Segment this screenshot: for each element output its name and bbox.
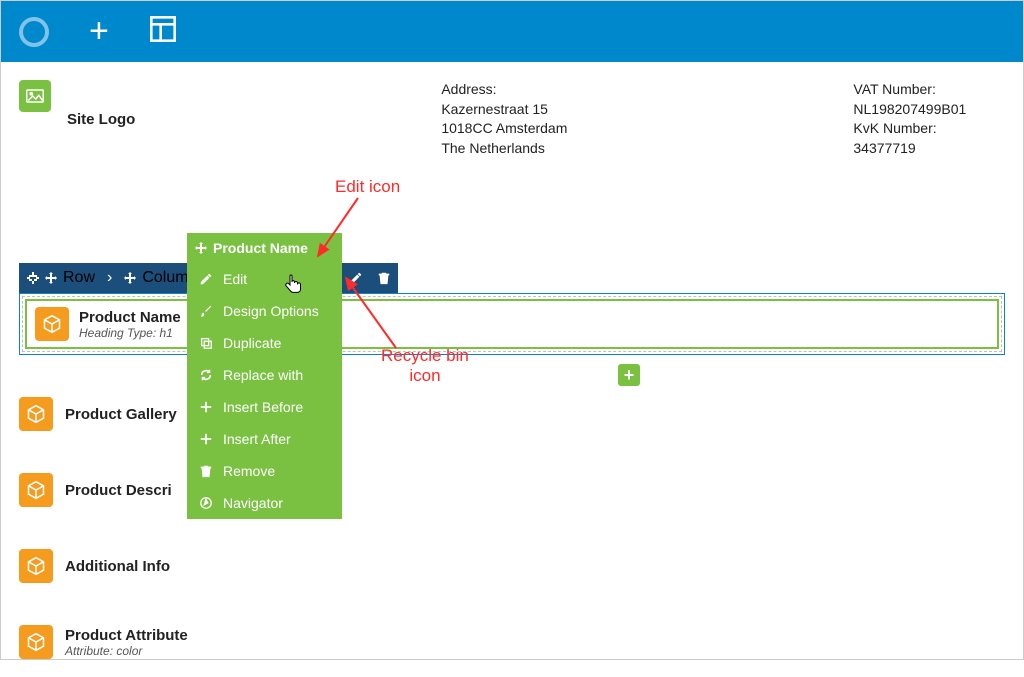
ctx-item-label: Replace with xyxy=(223,367,303,383)
navigator-icon xyxy=(199,496,213,510)
block-title: Product Name xyxy=(79,309,181,326)
breadcrumb-row[interactable]: Row xyxy=(19,263,103,293)
address-label: Address: xyxy=(441,80,567,100)
top-toolbar: + xyxy=(1,1,1023,62)
cube-icon xyxy=(19,625,53,659)
row-outline[interactable]: Product Name Heading Type: h1 + xyxy=(19,293,1005,355)
ctx-remove[interactable]: Remove xyxy=(187,455,342,487)
pencil-icon xyxy=(199,272,213,286)
additional-info-element[interactable]: Additional Info xyxy=(19,549,1005,583)
site-logo-placeholder[interactable] xyxy=(19,80,51,112)
breadcrumb-row-label: Row xyxy=(63,269,95,287)
cube-icon xyxy=(19,397,53,431)
kvk-value: 34377719 xyxy=(853,139,966,159)
vat-label: VAT Number: xyxy=(853,80,966,100)
ctx-replace-with[interactable]: Replace with xyxy=(187,359,342,391)
product-attribute-element[interactable]: Product Attribute Attribute: color xyxy=(19,625,1005,659)
move-icon xyxy=(45,272,57,284)
product-description-element[interactable]: Product Descri xyxy=(19,473,1005,507)
block-subtitle: Heading Type: h1 xyxy=(79,326,181,340)
column-outline[interactable]: Product Name Heading Type: h1 xyxy=(22,296,1002,352)
ctx-item-label: Navigator xyxy=(223,495,283,511)
block-title: Product Attribute xyxy=(65,627,188,644)
address-line1: Kazernestraat 15 xyxy=(441,100,567,120)
add-element-icon[interactable]: + xyxy=(89,12,109,51)
ctx-item-label: Insert After xyxy=(223,431,291,447)
address-block: Address: Kazernestraat 15 1018CC Amsterd… xyxy=(441,80,567,158)
move-icon xyxy=(124,272,136,284)
site-logo-label: Site Logo xyxy=(67,111,135,128)
kvk-label: KvK Number: xyxy=(853,119,966,139)
header-row: Site Logo Address: Kazernestraat 15 1018… xyxy=(19,80,1005,158)
plus-icon xyxy=(199,400,213,414)
duplicate-icon xyxy=(199,336,213,350)
block-subtitle: Attribute: color xyxy=(65,644,188,658)
block-title: Product Descri xyxy=(65,482,172,499)
annotation-bin-label: Recycle bin icon xyxy=(381,346,469,387)
builder-area: Row › Column Product Name xyxy=(19,263,1005,659)
block-title: Additional Info xyxy=(65,558,170,575)
app-logo-icon[interactable] xyxy=(19,17,49,47)
annotation-arrow-edit xyxy=(313,196,363,271)
block-title: Product Gallery xyxy=(65,406,177,423)
ctx-duplicate[interactable]: Duplicate xyxy=(187,327,342,359)
cube-icon xyxy=(35,307,69,341)
context-menu-title: Product Name xyxy=(213,240,308,256)
address-line2: 1018CC Amsterdam xyxy=(441,119,567,139)
annotation-bin-line1: Recycle bin xyxy=(381,346,469,366)
ctx-item-label: Edit xyxy=(223,271,247,287)
breadcrumb-separator: › xyxy=(103,263,116,293)
vat-block: VAT Number: NL198207499B01 KvK Number: 3… xyxy=(853,80,966,158)
ctx-item-label: Remove xyxy=(223,463,275,479)
annotation-edit-label: Edit icon xyxy=(335,177,400,197)
ctx-item-label: Insert Before xyxy=(223,399,303,415)
cube-icon xyxy=(19,549,53,583)
product-gallery-element[interactable]: Product Gallery xyxy=(19,397,1005,431)
ctx-item-label: Design Options xyxy=(223,303,319,319)
ctx-navigator[interactable]: Navigator xyxy=(187,487,342,519)
vat-value: NL198207499B01 xyxy=(853,100,966,120)
context-menu: Product Name Edit Design Options Duplica… xyxy=(187,233,342,519)
product-name-text: Product Name Heading Type: h1 xyxy=(79,309,181,340)
plus-icon xyxy=(199,432,213,446)
refresh-icon xyxy=(199,368,213,382)
brush-icon xyxy=(199,304,213,318)
product-name-element[interactable]: Product Name Heading Type: h1 xyxy=(25,299,999,349)
add-row-icon[interactable]: + xyxy=(618,364,640,386)
move-icon xyxy=(195,242,207,254)
ctx-insert-before[interactable]: Insert Before xyxy=(187,391,342,423)
product-attribute-text: Product Attribute Attribute: color xyxy=(65,627,188,658)
address-line3: The Netherlands xyxy=(441,139,567,159)
element-breadcrumb: Row › Column Product Name xyxy=(19,263,1005,293)
layout-template-icon[interactable] xyxy=(149,15,177,48)
ctx-design-options[interactable]: Design Options xyxy=(187,295,342,327)
page-content: Site Logo Address: Kazernestraat 15 1018… xyxy=(1,62,1023,677)
trash-icon xyxy=(199,464,213,478)
cursor-pointer-icon xyxy=(284,274,304,296)
ctx-item-label: Duplicate xyxy=(223,335,281,351)
ctx-insert-after[interactable]: Insert After xyxy=(187,423,342,455)
annotation-bin-line2: icon xyxy=(381,366,469,386)
cube-icon xyxy=(19,473,53,507)
